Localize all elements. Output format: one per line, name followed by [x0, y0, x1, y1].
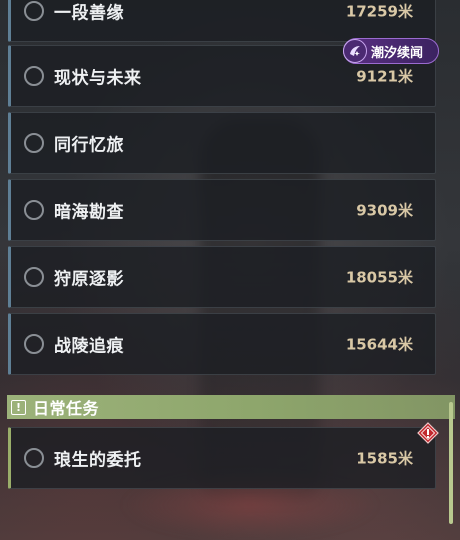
quest-radio[interactable] — [24, 66, 44, 86]
quest-distance: 1585米 — [356, 449, 413, 468]
tide-event-badge[interactable]: 潮汐续闻 — [343, 38, 439, 64]
quest-name: 现状与未来 — [54, 68, 142, 89]
quest-name: 狩原逐影 — [54, 269, 124, 290]
daily-quests-header: ! 日常任务 — [7, 395, 455, 419]
quest-item-anhaikancha[interactable]: 暗海勘查 9309米 — [8, 179, 436, 241]
scrollbar[interactable] — [449, 402, 453, 524]
quest-name: 一段善缘 — [54, 3, 124, 24]
quest-distance: 9121米 — [356, 67, 413, 86]
quest-radio[interactable] — [24, 133, 44, 153]
quest-distance: 15644米 — [345, 335, 413, 354]
quest-tracker-panel: 一段善缘 17259米 现状与未来 9121米 同行忆旅 暗海勘查 9309米 … — [0, 0, 460, 540]
quest-distance: 17259米 — [345, 2, 413, 21]
red-diamond-alert-icon — [417, 422, 439, 444]
tide-event-icon — [343, 39, 367, 63]
quest-item-zhanlingzhuihen[interactable]: 战陵追痕 15644米 — [8, 313, 436, 375]
quest-distance: 18055米 — [345, 268, 413, 287]
quest-name: 战陵追痕 — [54, 336, 124, 357]
quest-radio[interactable] — [24, 267, 44, 287]
quest-radio[interactable] — [24, 200, 44, 220]
quest-name: 琅生的委托 — [54, 450, 142, 471]
quest-name: 暗海勘查 — [54, 202, 124, 223]
quest-distance: 9309米 — [356, 201, 413, 220]
event-badge-label: 潮汐续闻 — [371, 45, 424, 61]
quest-name: 同行忆旅 — [54, 135, 124, 156]
quest-radio[interactable] — [24, 1, 44, 21]
quest-item-shouyuanzhuying[interactable]: 狩原逐影 18055米 — [8, 246, 436, 308]
quest-item-tongxingyilv[interactable]: 同行忆旅 — [8, 112, 436, 174]
exclamation-box-icon: ! — [11, 399, 26, 415]
quest-radio[interactable] — [24, 448, 44, 468]
quest-item-langshengdeweituo[interactable]: 琅生的委托 1585米 — [8, 427, 436, 489]
section-title: 日常任务 — [33, 399, 100, 418]
quest-radio[interactable] — [24, 334, 44, 354]
quest-item-yiduanshanyuan[interactable]: 一段善缘 17259米 — [8, 0, 436, 42]
